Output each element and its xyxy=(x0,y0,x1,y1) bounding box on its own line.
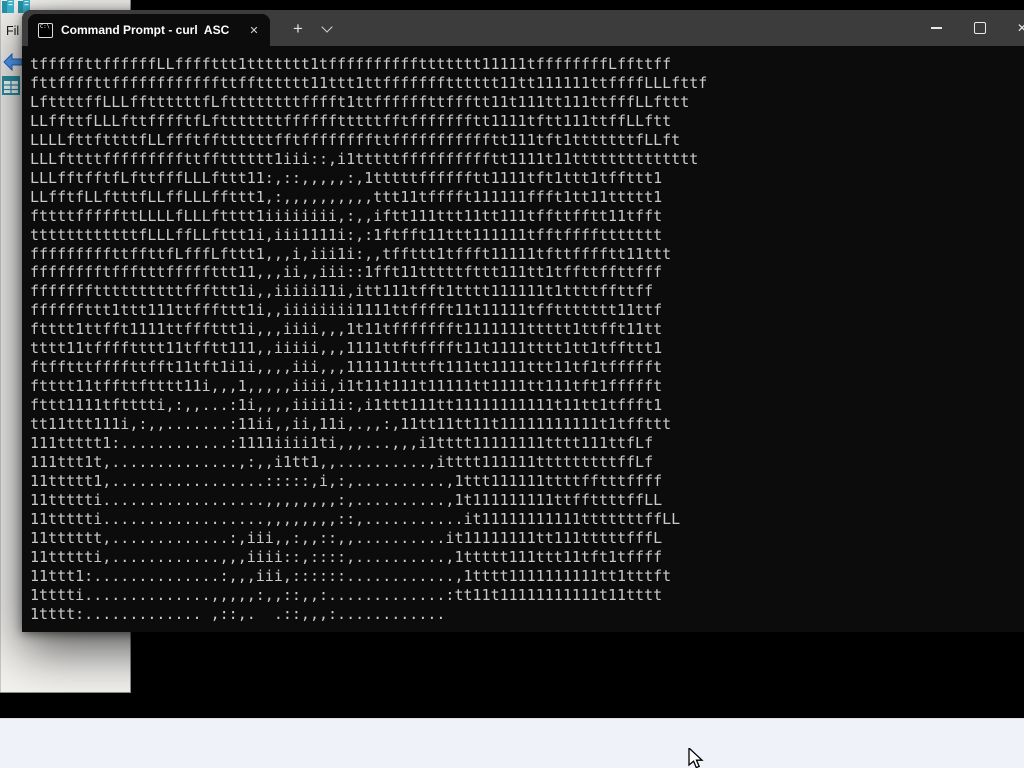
terminal-content-area[interactable]: tfffffttffffffLLffffttt1ttttttt1tfffffff… xyxy=(22,46,1024,632)
terminal-window[interactable]: C:\ Command Prompt - curl ASC ✕ + ✕ tfff… xyxy=(22,10,1024,632)
table-icon[interactable] xyxy=(2,76,20,95)
tab-title: Command Prompt - curl ASC xyxy=(61,23,230,37)
ascii-art-output: tfffffttffffffLLffffttt1ttttttt1tfffffff… xyxy=(30,55,708,623)
mouse-cursor xyxy=(688,748,704,768)
minimize-icon xyxy=(930,27,942,29)
chevron-down-icon xyxy=(321,21,333,33)
tab-close-icon[interactable]: ✕ xyxy=(243,19,265,41)
tab-dropdown-button[interactable] xyxy=(314,16,340,42)
cmd-icon: C:\ xyxy=(38,22,53,38)
back-arrow-icon[interactable] xyxy=(3,52,23,72)
new-tab-button[interactable]: + xyxy=(284,16,312,42)
file-menu-label[interactable]: Fil xyxy=(6,24,19,38)
minimize-button[interactable] xyxy=(915,10,957,46)
taskbar: Search xyxy=(0,718,1024,768)
maximize-button[interactable] xyxy=(959,10,1001,46)
maximize-icon xyxy=(974,22,986,34)
close-button[interactable]: ✕ xyxy=(1001,10,1024,46)
terminal-titlebar[interactable]: C:\ Command Prompt - curl ASC ✕ + ✕ xyxy=(22,10,1024,46)
terminal-tab[interactable]: C:\ Command Prompt - curl ASC ✕ xyxy=(28,14,270,46)
desktop-screen: Fil C:\ Command Prompt - curl ASC ✕ + ✕ … xyxy=(0,0,1024,768)
